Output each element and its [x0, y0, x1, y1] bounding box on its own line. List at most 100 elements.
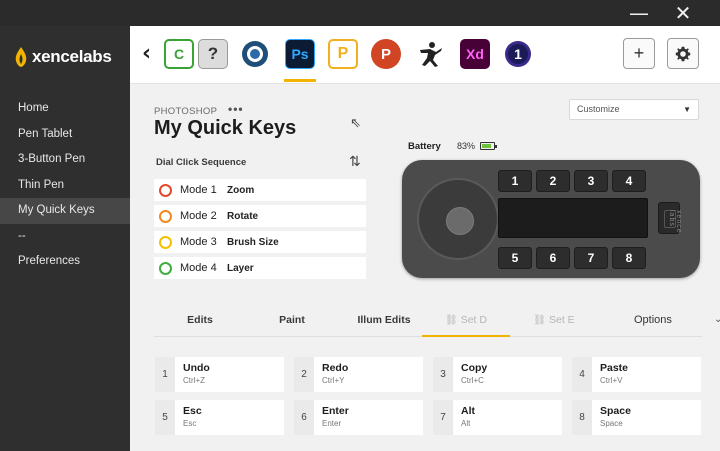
- device-key-3[interactable]: 3: [574, 170, 608, 192]
- tab-set-e-label: Set E: [549, 314, 575, 326]
- chevron-down-icon[interactable]: ⌄: [714, 307, 720, 337]
- device-key-6[interactable]: 6: [536, 247, 570, 269]
- tab-set-d[interactable]: ⛓ Set D: [422, 307, 510, 337]
- quick-key-card[interactable]: 8 Space Space: [572, 400, 701, 435]
- mode-function: Rotate: [227, 210, 259, 222]
- dial-mode-row[interactable]: Mode 4 Layer: [154, 257, 366, 279]
- adobe-xd-icon[interactable]: Xd: [460, 39, 490, 69]
- app-caption: PHOTOSHOP: [154, 106, 218, 117]
- key-number: 3: [433, 357, 453, 392]
- battery-level-fill: [482, 144, 492, 148]
- dial-mode-row[interactable]: Mode 3 Brush Size: [154, 231, 366, 253]
- svg-text:1: 1: [514, 46, 522, 62]
- key-name: Space: [600, 405, 631, 417]
- device-key-5[interactable]: 5: [498, 247, 532, 269]
- camtasia-label: C: [173, 46, 185, 62]
- flame-logo-icon: [15, 47, 27, 67]
- key-shortcut: Ctrl+V: [600, 376, 623, 385]
- quick-keys-remote: 1 2 3 4 5 6 7 8 xence labs: [402, 160, 700, 278]
- zbrush-icon[interactable]: [415, 39, 445, 69]
- mode-function: Zoom: [227, 184, 255, 196]
- key-name: Paste: [600, 362, 629, 374]
- mode-function: Brush Size: [227, 236, 279, 248]
- mode-color-ring-icon: [159, 235, 172, 249]
- key-shortcut: Esc: [183, 419, 197, 428]
- minimize-button[interactable]: —: [624, 2, 654, 24]
- photoshop-icon[interactable]: Ps: [285, 39, 315, 69]
- dial-mode-row[interactable]: Mode 1 Zoom: [154, 179, 366, 201]
- link-icon: ⛓: [445, 315, 458, 326]
- tab-set-e[interactable]: ⛓ Set E: [510, 307, 598, 337]
- close-button[interactable]: ✕: [668, 2, 698, 24]
- key-name: Enter: [322, 405, 349, 417]
- sidebar-item-thin-pen[interactable]: Thin Pen: [0, 173, 130, 199]
- device-key-8[interactable]: 8: [612, 247, 646, 269]
- sidebar-item-pen-tablet[interactable]: Pen Tablet: [0, 122, 130, 148]
- add-app-button[interactable]: +: [623, 38, 655, 69]
- key-number: 5: [155, 400, 175, 435]
- brand-name: xencelabs: [32, 47, 112, 66]
- device-key-2[interactable]: 2: [536, 170, 570, 192]
- quick-key-card[interactable]: 4 Paste Ctrl+V: [572, 357, 701, 392]
- battery-icon: [480, 142, 497, 150]
- quick-key-card[interactable]: 5 Esc Esc: [155, 400, 284, 435]
- battery-label: Battery: [408, 141, 441, 152]
- device-key-1[interactable]: 1: [498, 170, 532, 192]
- mode-function: Layer: [227, 262, 254, 274]
- quick-key-card[interactable]: 2 Redo Ctrl+Y: [294, 357, 423, 392]
- back-button[interactable]: ‹: [142, 41, 151, 66]
- more-options-button[interactable]: •••: [228, 102, 244, 116]
- dial-center-button[interactable]: [446, 207, 474, 235]
- presenter-icon[interactable]: P: [328, 39, 358, 69]
- quick-key-card[interactable]: 1 Undo Ctrl+Z: [155, 357, 284, 392]
- help-icon[interactable]: ?: [198, 39, 228, 69]
- device-brand: xence labs: [668, 210, 682, 234]
- tab-illum-edits[interactable]: Illum Edits: [338, 307, 430, 337]
- dial-sequence-title: Dial Click Sequence: [156, 157, 247, 168]
- sidebar-item-my-quick-keys[interactable]: My Quick Keys: [0, 198, 130, 224]
- key-shortcut: Ctrl+C: [461, 376, 484, 385]
- key-number: 4: [572, 357, 592, 392]
- powerpoint-icon[interactable]: P: [371, 39, 401, 69]
- profile-select[interactable]: Customize ▼: [569, 99, 699, 120]
- key-name: Redo: [322, 362, 349, 374]
- mouse-cursor-icon: ⇖: [350, 116, 361, 131]
- camtasia-icon[interactable]: C: [164, 39, 194, 69]
- capture-one-icon[interactable]: [240, 39, 270, 69]
- affinity-icon[interactable]: 1: [503, 39, 533, 69]
- key-number: 7: [433, 400, 453, 435]
- presenter-label: P: [337, 45, 349, 62]
- mode-label: Mode 4: [180, 262, 217, 274]
- key-number: 1: [155, 357, 175, 392]
- selected-app-indicator: [284, 79, 316, 82]
- key-shortcut: Ctrl+Y: [322, 376, 345, 385]
- oled-display: [498, 198, 648, 238]
- mode-color-ring-icon: [159, 261, 172, 275]
- adobe-xd-label: Xd: [466, 46, 484, 62]
- sidebar-item-3-button-pen[interactable]: 3-Button Pen: [0, 147, 130, 173]
- help-label: ?: [207, 44, 219, 63]
- title-bar: — ✕: [0, 0, 720, 26]
- photoshop-label: Ps: [291, 46, 309, 62]
- gear-icon: [675, 46, 691, 61]
- settings-button[interactable]: [667, 38, 699, 69]
- key-name: Copy: [461, 362, 488, 374]
- sidebar-item-separator: --: [18, 229, 26, 242]
- dial-mode-row[interactable]: Mode 2 Rotate: [154, 205, 366, 227]
- sidebar-nav: Home Pen Tablet 3-Button Pen Thin Pen My…: [0, 96, 130, 275]
- tab-paint[interactable]: Paint: [246, 307, 338, 337]
- quick-key-card[interactable]: 6 Enter Enter: [294, 400, 423, 435]
- device-key-7[interactable]: 7: [574, 247, 608, 269]
- device-key-4[interactable]: 4: [612, 170, 646, 192]
- sidebar-item-preferences[interactable]: Preferences: [0, 249, 130, 275]
- swap-order-icon[interactable]: ⇅: [349, 154, 361, 170]
- key-number: 2: [294, 357, 314, 392]
- sidebar-item-home[interactable]: Home: [0, 96, 130, 122]
- quick-key-card[interactable]: 7 Alt Alt: [433, 400, 562, 435]
- key-set-tabs: Edits Paint Illum Edits ⛓ Set D ⛓ Set E Op…: [154, 307, 720, 337]
- options-dropdown[interactable]: Options: [634, 307, 672, 337]
- tab-edits[interactable]: Edits: [154, 307, 246, 337]
- sidebar: xencelabs Home Pen Tablet 3-Button Pen T…: [0, 26, 130, 451]
- dial-knob[interactable]: [417, 178, 499, 260]
- quick-key-card[interactable]: 3 Copy Ctrl+C: [433, 357, 562, 392]
